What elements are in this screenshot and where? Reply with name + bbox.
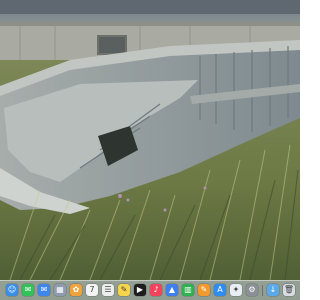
finder-icon[interactable]: ☺ — [6, 284, 18, 296]
numbers-icon[interactable]: ▥ — [182, 284, 194, 296]
music-icon-glyph: ♪ — [153, 285, 159, 294]
keynote-icon-glyph: ▲ — [168, 285, 176, 294]
app-store-icon-glyph: A — [217, 285, 223, 294]
messages-icon-glyph: ✉ — [24, 285, 32, 294]
calendar-icon-glyph: 7 — [89, 285, 95, 294]
mail-icon-glyph: ✉ — [40, 285, 48, 294]
photos-icon-glyph: ✿ — [72, 285, 80, 294]
pages-icon-glyph: ✎ — [200, 285, 208, 294]
notes-icon[interactable]: ✎ — [118, 284, 130, 296]
apple-tv-icon[interactable]: ▶ — [134, 284, 146, 296]
messages-icon[interactable]: ✉ — [22, 284, 34, 296]
safari-icon[interactable]: ✦ — [230, 284, 242, 296]
photos-icon[interactable]: ✿ — [70, 284, 82, 296]
desktop: ☺ ✉ ✉ ▦ ✿ 7 ☰ ✎ ▶ ♪ ▲ ▥ ✎ A ✦ ⚙ ↓ 🗑 — [0, 0, 300, 300]
dock-items: ☺ ✉ ✉ ▦ ✿ 7 ☰ ✎ ▶ ♪ ▲ ▥ ✎ A ✦ ⚙ ↓ 🗑 — [0, 284, 300, 298]
apple-tv-icon-glyph: ▶ — [136, 285, 144, 294]
safari-icon-glyph: ✦ — [232, 285, 240, 294]
launchpad-icon-glyph: ▦ — [56, 285, 64, 294]
finder-icon-glyph: ☺ — [7, 285, 17, 294]
trash-icon[interactable]: 🗑 — [283, 284, 295, 296]
numbers-icon-glyph: ▥ — [184, 285, 192, 294]
downloads-folder-icon-glyph: ↓ — [269, 285, 277, 294]
notes-icon-glyph: ✎ — [120, 285, 128, 294]
dock-separator — [262, 285, 263, 296]
system-settings-icon-glyph: ⚙ — [248, 285, 256, 294]
pages-icon[interactable]: ✎ — [198, 284, 210, 296]
launchpad-icon[interactable]: ▦ — [54, 284, 66, 296]
reminders-icon-glyph: ☰ — [104, 285, 112, 294]
downloads-folder-icon[interactable]: ↓ — [267, 284, 279, 296]
music-icon[interactable]: ♪ — [150, 284, 162, 296]
mail-icon[interactable]: ✉ — [38, 284, 50, 296]
keynote-icon[interactable]: ▲ — [166, 284, 178, 296]
calendar-icon[interactable]: 7 — [86, 284, 98, 296]
system-settings-icon[interactable]: ⚙ — [246, 284, 258, 296]
reminders-icon[interactable]: ☰ — [102, 284, 114, 296]
desktop-wallpaper — [0, 0, 300, 300]
dock: ☺ ✉ ✉ ▦ ✿ 7 ☰ ✎ ▶ ♪ ▲ ▥ ✎ A ✦ ⚙ ↓ 🗑 — [0, 280, 300, 300]
app-store-icon[interactable]: A — [214, 284, 226, 296]
trash-icon-glyph: 🗑 — [283, 285, 295, 294]
